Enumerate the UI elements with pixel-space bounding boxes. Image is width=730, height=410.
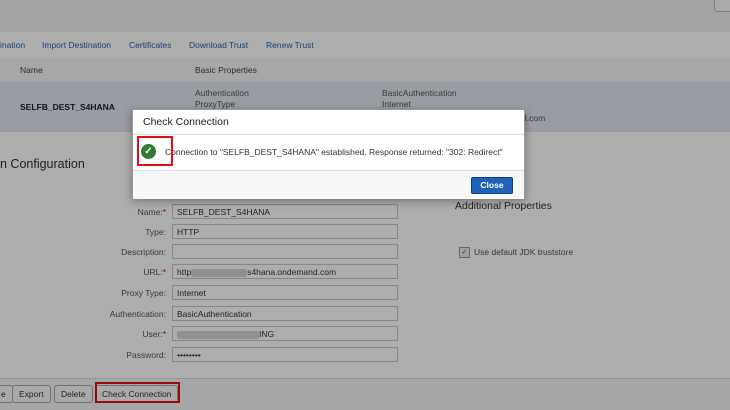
status-icon-highlight [137,136,173,166]
modal-overlay [0,0,730,410]
dialog-title: Check Connection [143,116,229,128]
page: ination Import Destination Certificates … [0,0,730,410]
dialog-footer: Close [133,170,524,199]
dialog-message: Connection to "SELFB_DEST_S4HANA" establ… [165,147,503,157]
close-button[interactable]: Close [471,177,513,194]
check-connection-dialog: Check Connection ✓ Connection to "SELFB_… [132,109,525,199]
dialog-divider [133,134,524,135]
